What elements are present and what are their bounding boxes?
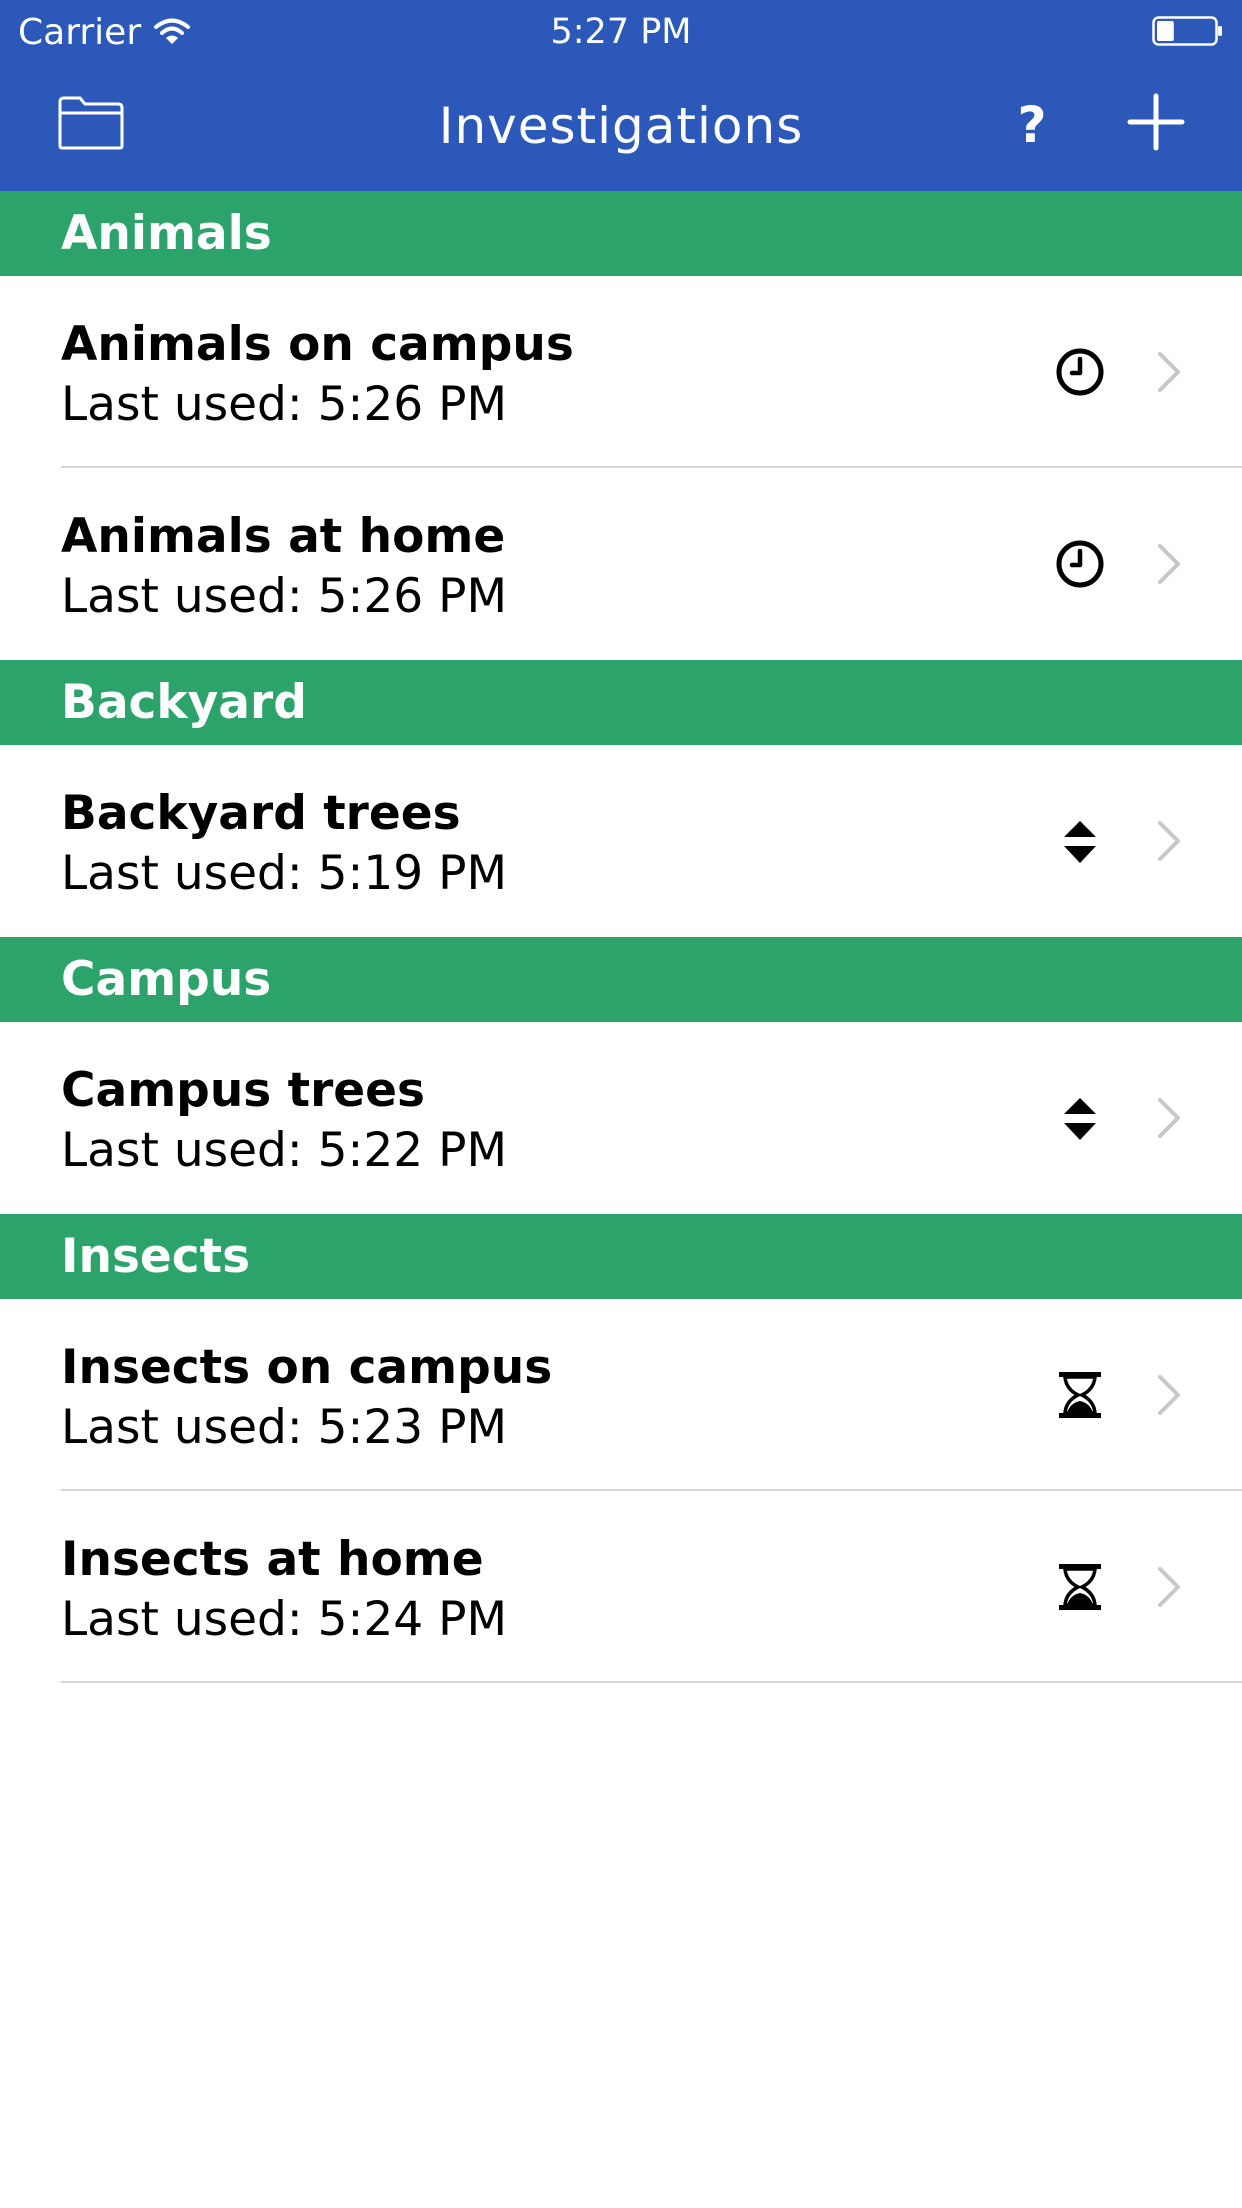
list-item[interactable]: Animals on campus Last used: 5:26 PM	[0, 276, 1242, 468]
help-button[interactable]: ?	[1012, 90, 1052, 160]
hourglass-icon	[1059, 1372, 1101, 1418]
page-title: Investigations	[438, 97, 804, 155]
section-header: Campus	[0, 937, 1242, 1022]
chevron-right-icon	[1158, 1567, 1180, 1607]
navigation-bar: Carrier 5:27 PM Investigations ?	[0, 0, 1242, 191]
list-item[interactable]: Insects at home Last used: 5:24 PM	[0, 1491, 1242, 1683]
item-subtitle: Last used: 5:19 PM	[61, 846, 508, 901]
hourglass-icon	[1059, 1564, 1101, 1610]
investigation-list: Animals Animals on campus Last used: 5:2…	[0, 191, 1242, 1683]
section-campus: Campus Campus trees Last used: 5:22 PM	[0, 937, 1242, 1214]
section-header: Backyard	[0, 660, 1242, 745]
clock-icon	[1056, 540, 1104, 588]
chevron-right-icon	[1158, 352, 1180, 392]
battery-icon	[1152, 16, 1222, 46]
list-item[interactable]: Campus trees Last used: 5:22 PM	[0, 1022, 1242, 1214]
item-title: Insects at home	[61, 1532, 484, 1587]
item-subtitle: Last used: 5:23 PM	[61, 1400, 508, 1455]
item-title: Animals on campus	[61, 317, 574, 372]
chevron-right-icon	[1158, 544, 1180, 584]
plus-icon	[1127, 93, 1185, 151]
section-header: Animals	[0, 191, 1242, 276]
clock-icon	[1056, 348, 1104, 396]
chevron-right-icon	[1158, 1375, 1180, 1415]
item-title: Backyard trees	[61, 786, 461, 841]
item-title: Insects on campus	[61, 1340, 553, 1395]
item-subtitle: Last used: 5:22 PM	[61, 1123, 508, 1178]
section-animals: Animals Animals on campus Last used: 5:2…	[0, 191, 1242, 660]
status-time: 5:27 PM	[550, 12, 692, 52]
item-subtitle: Last used: 5:26 PM	[61, 569, 508, 624]
section-backyard: Backyard Backyard trees Last used: 5:19 …	[0, 660, 1242, 937]
chevron-right-icon	[1158, 821, 1180, 861]
sort-icon	[1064, 821, 1096, 863]
section-header: Insects	[0, 1214, 1242, 1299]
item-subtitle: Last used: 5:24 PM	[61, 1592, 508, 1647]
add-investigation-button[interactable]	[1126, 92, 1186, 152]
list-item[interactable]: Insects on campus Last used: 5:23 PM	[0, 1299, 1242, 1491]
row-separator	[61, 1681, 1242, 1683]
item-title: Animals at home	[61, 509, 506, 564]
list-item[interactable]: Backyard trees Last used: 5:19 PM	[0, 745, 1242, 937]
list-item[interactable]: Animals at home Last used: 5:26 PM	[0, 468, 1242, 660]
item-title: Campus trees	[61, 1063, 425, 1118]
sort-icon	[1064, 1098, 1096, 1140]
item-subtitle: Last used: 5:26 PM	[61, 377, 508, 432]
section-insects: Insects Insects on campus Last used: 5:2…	[0, 1214, 1242, 1683]
chevron-right-icon	[1158, 1098, 1180, 1138]
